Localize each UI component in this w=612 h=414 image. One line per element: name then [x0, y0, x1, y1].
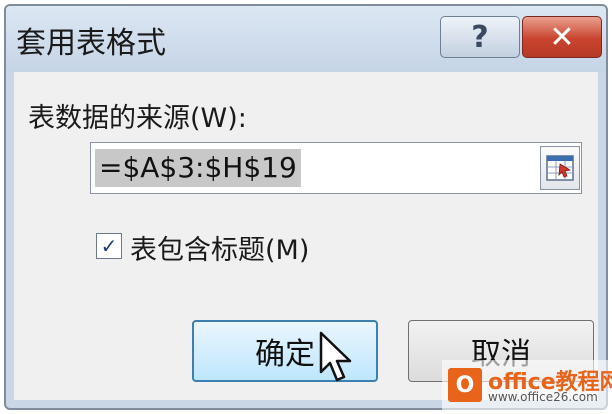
range-collapse-button[interactable]	[540, 146, 580, 190]
cancel-button[interactable]: 取消	[408, 320, 594, 382]
dialog-body: 表数据的来源(W): =$A$3:$H$19 ✓ 表包含标题(M) 确定 取消	[14, 72, 598, 400]
range-value[interactable]: =$A$3:$H$19	[95, 149, 301, 187]
close-button[interactable]: ✕	[522, 16, 602, 58]
format-as-table-dialog: 套用表格式 ? ✕ 表数据的来源(W): =$A$3:$H$19 ✓ 表包含标题…	[4, 4, 608, 410]
range-input[interactable]: =$A$3:$H$19	[90, 142, 582, 194]
help-button[interactable]: ?	[440, 16, 520, 58]
checkmark-icon: ✓	[100, 234, 118, 258]
mouse-pointer-icon	[319, 331, 352, 382]
source-label: 表数据的来源(W):	[28, 103, 247, 134]
dialog-title: 套用表格式	[16, 26, 166, 61]
headers-checkbox[interactable]: ✓	[96, 233, 122, 259]
title-bar: 套用表格式 ? ✕	[6, 6, 606, 72]
headers-checkbox-label[interactable]: 表包含标题(M)	[130, 228, 309, 267]
range-select-icon	[546, 155, 574, 181]
